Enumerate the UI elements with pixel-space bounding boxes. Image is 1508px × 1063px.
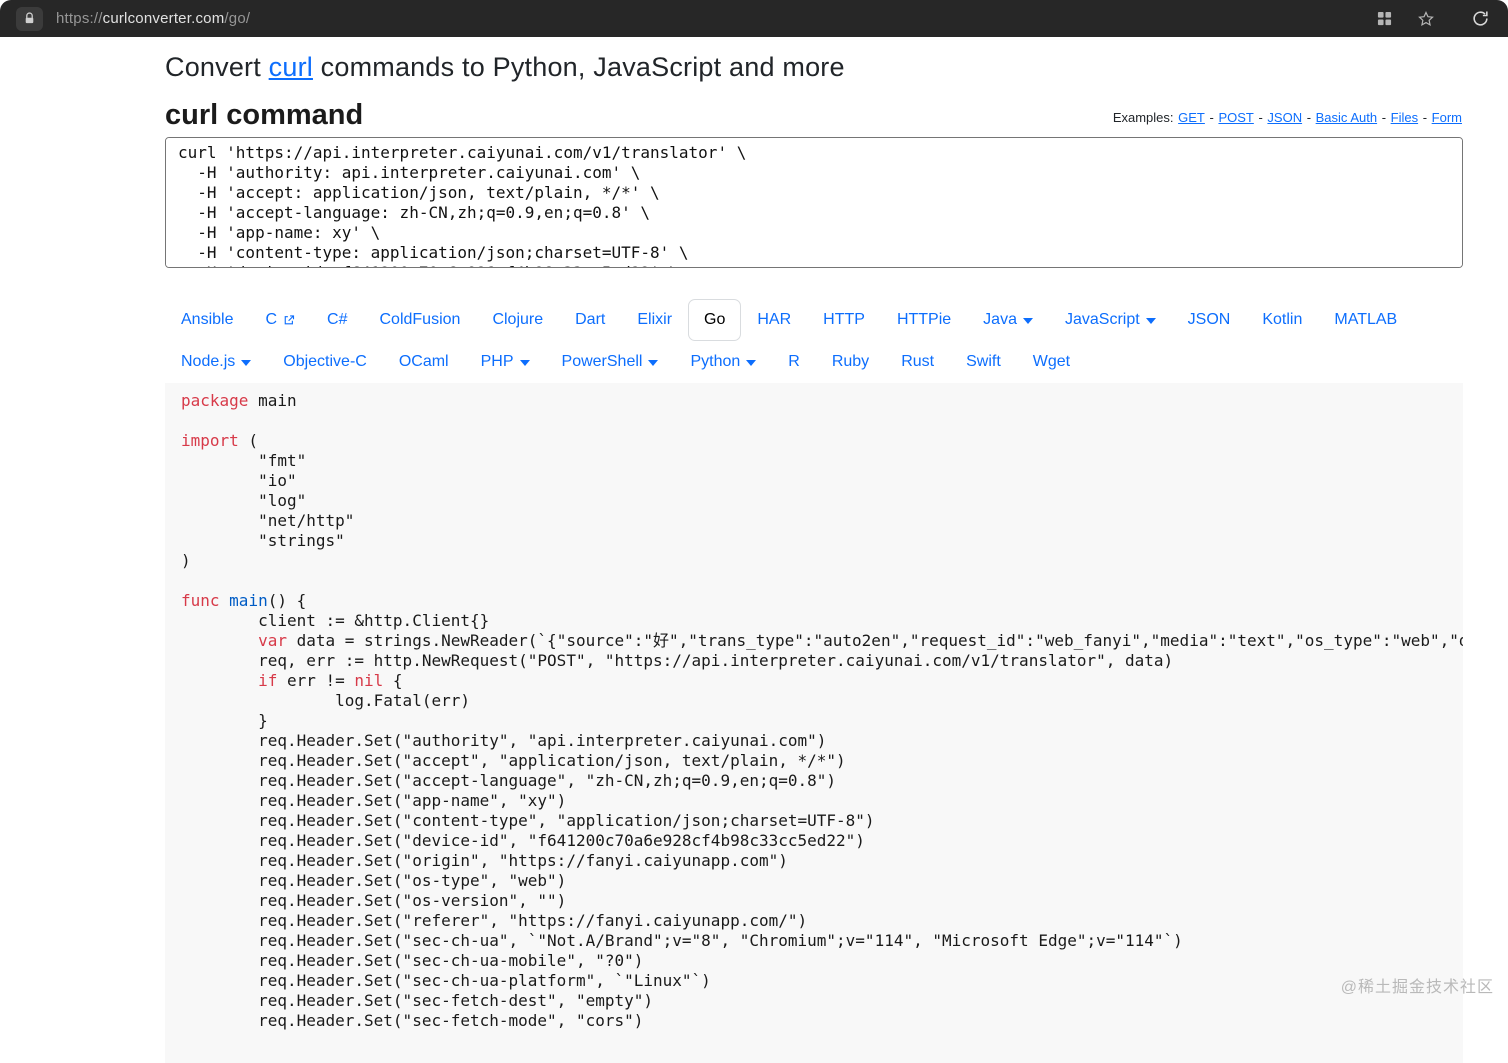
tab-label: Elixir	[637, 311, 673, 329]
tab-c[interactable]: C	[249, 299, 311, 341]
apps-grid-icon[interactable]	[1372, 7, 1396, 31]
tab-ruby[interactable]: Ruby	[816, 341, 885, 383]
tab-label: Objective-C	[283, 353, 367, 371]
curl-input[interactable]: curl 'https://api.interpreter.caiyunai.c…	[165, 137, 1463, 269]
tab-label: Dart	[575, 311, 606, 329]
tab-label: Kotlin	[1262, 311, 1303, 329]
tab-label: ColdFusion	[379, 311, 461, 329]
tab-label: Clojure	[492, 311, 544, 329]
bookmark-star-icon[interactable]	[1414, 7, 1438, 31]
tab-elixir[interactable]: Elixir	[621, 299, 688, 341]
tab-javascript[interactable]: JavaScript	[1049, 299, 1172, 341]
tab-matlab[interactable]: MATLAB	[1318, 299, 1413, 341]
tab-clojure[interactable]: Clojure	[476, 299, 559, 341]
tab-ansible[interactable]: Ansible	[165, 299, 249, 341]
external-link-icon	[283, 314, 295, 326]
tab-csharp[interactable]: C#	[311, 299, 363, 341]
tab-powershell[interactable]: PowerShell	[546, 341, 675, 383]
tab-label: MATLAB	[1334, 311, 1398, 329]
tab-label: C	[265, 311, 278, 329]
titlebar-actions	[1372, 7, 1492, 31]
refresh-icon[interactable]	[1468, 7, 1492, 31]
examples-label: Examples:	[1112, 110, 1174, 126]
example-link-json[interactable]: JSON	[1267, 110, 1302, 125]
tab-go[interactable]: Go	[688, 299, 742, 342]
tab-label: HAR	[757, 311, 792, 329]
example-link-files[interactable]: Files	[1391, 110, 1418, 125]
tab-label: Ruby	[831, 353, 870, 371]
generated-code: package main import ( "fmt" "io" "log" "…	[165, 383, 1463, 1063]
tab-ocaml[interactable]: OCaml	[383, 341, 465, 383]
tab-label: R	[788, 353, 800, 371]
tab-label: OCaml	[398, 353, 449, 371]
tab-wget[interactable]: Wget	[1017, 341, 1086, 383]
examples-links: GET - POST - JSON - Basic Auth - Files -…	[1178, 110, 1462, 126]
tab-label: HTTP	[823, 311, 865, 329]
tab-label: Go	[704, 311, 726, 329]
example-link-basic-auth[interactable]: Basic Auth	[1316, 110, 1377, 125]
tab-label: Node.js	[181, 353, 236, 371]
tab-label: Wget	[1032, 353, 1071, 371]
example-link-get[interactable]: GET	[1178, 110, 1205, 125]
tab-label: C#	[327, 311, 348, 329]
section-title: curl command	[165, 99, 364, 131]
url-path: /go/	[224, 10, 251, 27]
tab-label: Python	[690, 353, 741, 371]
caret-down-icon	[1145, 318, 1156, 325]
curl-link[interactable]: curl	[269, 52, 313, 82]
curl-command-header: curl command Examples: GET - POST - JSON…	[165, 99, 1463, 132]
page-container: Convert curl commands to Python, JavaScr…	[165, 52, 1463, 1063]
tab-java[interactable]: Java	[967, 299, 1049, 341]
examples-row: Examples: GET - POST - JSON - Basic Auth…	[1113, 110, 1463, 132]
tab-http[interactable]: HTTP	[807, 299, 881, 341]
browser-titlebar: https://curlconverter.com/go/	[0, 0, 1508, 37]
url-scheme: https://	[56, 10, 103, 27]
tab-label: JSON	[1187, 311, 1231, 329]
tab-httpie[interactable]: HTTPie	[881, 299, 967, 341]
tab-swift[interactable]: Swift	[950, 341, 1017, 383]
tab-python[interactable]: Python	[674, 341, 772, 383]
lock-icon[interactable]	[16, 6, 43, 31]
url-host: curlconverter.com	[102, 10, 225, 27]
tab-label: Swift	[966, 353, 1001, 371]
tab-rust[interactable]: Rust	[885, 341, 950, 383]
page-title: Convert curl commands to Python, JavaScr…	[165, 52, 1463, 83]
tab-har[interactable]: HAR	[741, 299, 807, 341]
page-title-post: commands to Python, JavaScript and more	[312, 52, 845, 82]
tab-label: Rust	[901, 353, 935, 371]
caret-down-icon	[648, 360, 659, 367]
caret-down-icon	[241, 360, 252, 367]
tab-json[interactable]: JSON	[1172, 299, 1247, 341]
tab-label: Ansible	[181, 311, 234, 329]
caret-down-icon	[746, 360, 757, 367]
watermark: @稀土掘金技术社区	[1340, 979, 1494, 996]
tab-label: PowerShell	[561, 353, 643, 371]
url-bar[interactable]: https://curlconverter.com/go/	[56, 10, 250, 27]
tab-label: PHP	[480, 353, 514, 371]
tab-php[interactable]: PHP	[465, 341, 546, 383]
tab-objective-c[interactable]: Objective-C	[267, 341, 383, 383]
caret-down-icon	[1022, 318, 1033, 325]
page-title-pre: Convert	[165, 52, 269, 82]
tab-label: HTTPie	[896, 311, 952, 329]
example-link-post[interactable]: POST	[1218, 110, 1253, 125]
tab-coldfusion[interactable]: ColdFusion	[364, 299, 477, 341]
example-link-form[interactable]: Form	[1432, 110, 1462, 125]
tab-kotlin[interactable]: Kotlin	[1246, 299, 1318, 341]
tab-dart[interactable]: Dart	[559, 299, 621, 341]
tab-node-js[interactable]: Node.js	[165, 341, 267, 383]
language-tabs: Ansible C C# ColdFusion Clojure Dart Elixir Go H…	[165, 299, 1463, 383]
tab-label: JavaScript	[1064, 311, 1140, 329]
tab-r[interactable]: R	[772, 341, 816, 383]
caret-down-icon	[519, 360, 530, 367]
tab-label: Java	[983, 311, 1017, 329]
